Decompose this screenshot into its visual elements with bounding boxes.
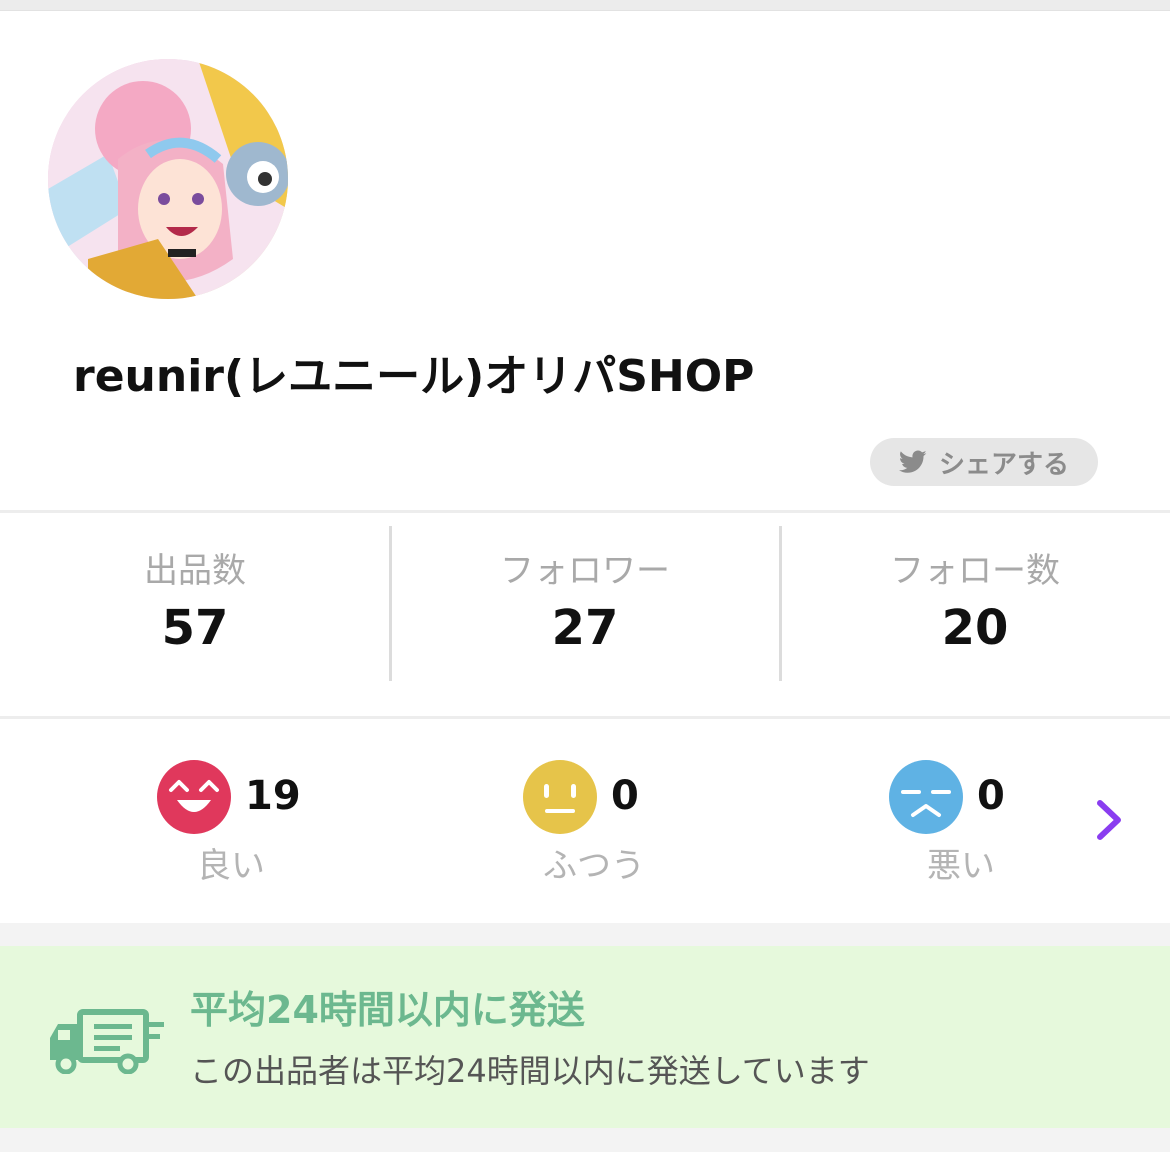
stat-value: 27 [551,600,619,656]
divider-top [0,510,1170,513]
top-border [0,0,1170,11]
stat-followers[interactable]: フォロワー 27 [390,548,780,660]
neutral-face-icon [523,760,597,834]
sad-face-icon [889,760,963,834]
rating-label: ふつう [543,846,645,886]
smile-face-icon [157,760,231,834]
share-button[interactable]: シェアする [870,438,1098,486]
stat-value: 57 [161,600,229,656]
stat-following[interactable]: フォロー数 20 [780,548,1170,660]
shipping-banner: 平均24時間以内に発送 この出品者は平均24時間以内に発送しています [0,946,1170,1128]
share-label: シェアする [938,449,1069,480]
stat-label: フォロー数 [890,551,1060,591]
rating-count: 19 [245,773,301,819]
shipping-title: 平均24時間以内に発送 [190,988,585,1032]
twitter-bird-icon [898,450,927,473]
chevron-right-icon[interactable] [1092,797,1126,843]
shop-name: reunir(レユニール)オリパSHOP [73,351,755,402]
rating-count: 0 [611,773,639,819]
avatar[interactable] [48,59,288,299]
stat-label: フォロワー [500,551,670,591]
stat-listings[interactable]: 出品数 57 [0,548,390,660]
shipping-description: この出品者は平均24時間以内に発送しています [190,1052,870,1090]
delivery-truck-icon [50,1009,164,1074]
avatar-illustration [48,59,288,299]
rating-label: 良い [197,846,265,886]
divider-middle [0,716,1170,719]
bottom-band [0,1128,1170,1152]
stat-label: 出品数 [144,551,246,591]
rating-count: 0 [977,773,1005,819]
rating-label: 悪い [927,846,995,886]
stat-value: 20 [941,600,1009,656]
